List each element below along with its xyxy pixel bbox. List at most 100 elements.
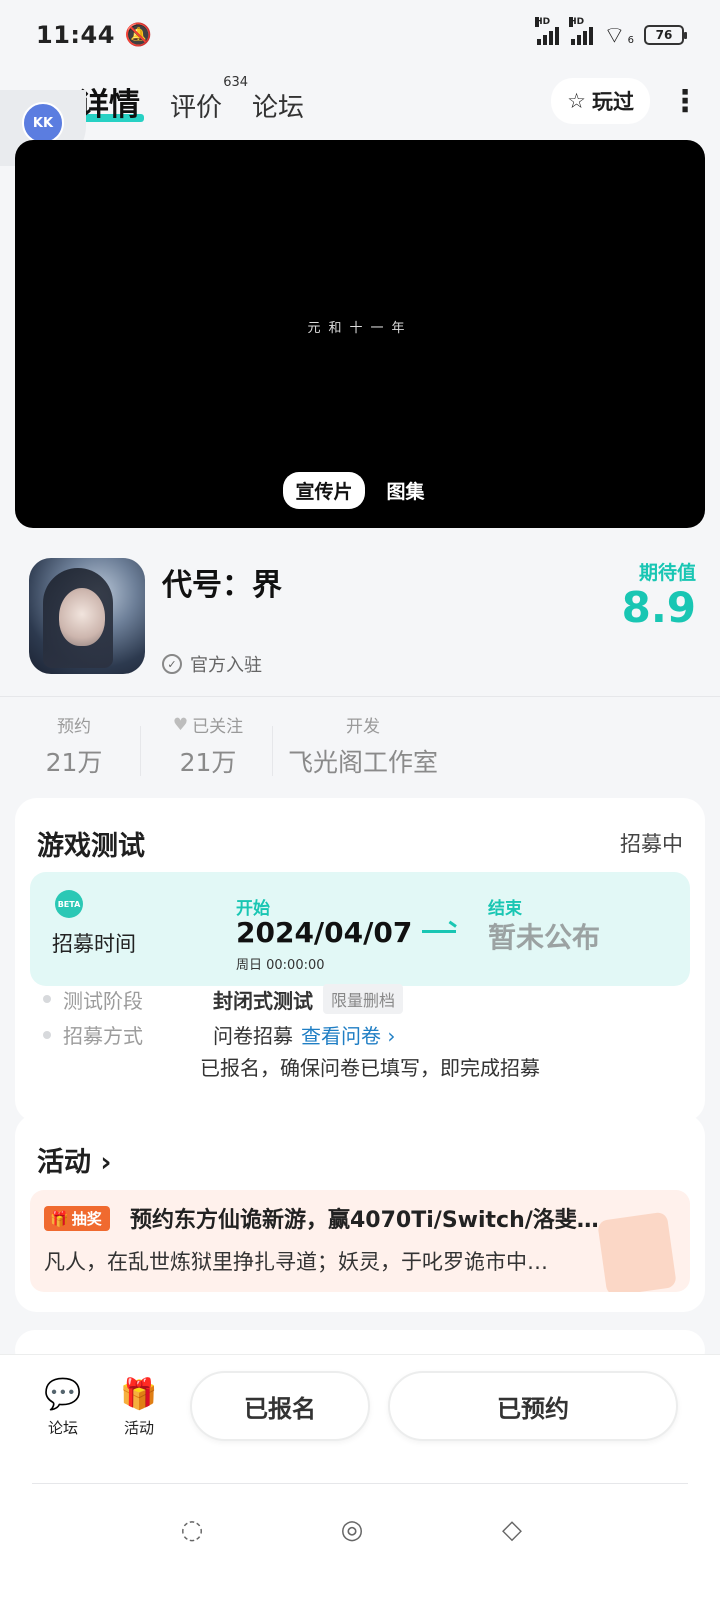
lottery-tag-label: 抽奖 [71, 1210, 102, 1228]
status-bar: 11:44 🔕 HD HD ⌔ 6 76 [0, 0, 720, 70]
detail-tabs: 详情 评价 634 论坛 [74, 75, 304, 124]
chat-bubble-icon: 💬 [44, 1377, 82, 1412]
signal-icon-2: HD [569, 17, 594, 45]
tab-reviews[interactable]: 评价 634 [170, 75, 248, 124]
mute-bell-icon: 🔕 [124, 22, 153, 48]
bottom-forum-label: 论坛 [47, 1419, 78, 1437]
tab-reviews-label: 评价 [170, 92, 223, 123]
start-date: 2024/04/07 [236, 916, 413, 949]
activity-item[interactable]: 🎁 抽奖 预约东方仙诡新游，赢4070Ti/Switch/洛斐… 凡人，在乱世炼… [30, 1190, 690, 1292]
video-caption: 元和十一年 [307, 321, 413, 336]
game-title: 代号：界 [162, 568, 282, 603]
hd-label-2: HD [569, 17, 585, 27]
battery-level: 76 [655, 28, 673, 42]
recruit-note: 已报名，确保问卷已填写，即完成招募 [200, 1056, 540, 1080]
start-weekday-time: 周日 00:00:00 [236, 958, 325, 973]
stat-separator [272, 726, 273, 776]
bottom-action-bar: 💬 论坛 🎁 活动 已报名 已预约 ◌ ◎ ◇ [0, 1354, 720, 1600]
stats-row: 预约 21万 ♥ 已关注 21万 开发 飞光阁工作室 [0, 712, 720, 782]
wifi-icon: ⌔ [603, 21, 626, 49]
assistant-avatar: KK [22, 102, 64, 144]
stat-following-key: ♥ 已关注 [160, 712, 256, 738]
recruit-method-value: 问卷招募 [213, 1024, 293, 1048]
stat-following[interactable]: ♥ 已关注 21万 [160, 712, 256, 779]
bullet-dot [43, 1030, 51, 1039]
video-player[interactable]: 元和十一年 宣传片 图集 [15, 140, 705, 528]
test-card-title: 游戏测试 [37, 831, 145, 862]
stat-following-label: 已关注 [192, 717, 244, 737]
check-circle-icon: ✓ [162, 654, 182, 674]
tab-details[interactable]: 详情 [74, 79, 144, 124]
nav-back-gesture-icon[interactable]: ◌ [172, 1515, 212, 1545]
media-tabs: 宣传片 图集 [15, 472, 705, 509]
stat-reservations-value: 21万 [45, 748, 103, 777]
media-tab-gallery[interactable]: 图集 [375, 472, 437, 509]
signal-icon-1: HD [535, 17, 560, 45]
played-button[interactable]: ☆ 玩过 [551, 78, 650, 124]
test-stage-tag: 限量删档 [323, 984, 404, 1014]
battery-icon: 76 [644, 25, 687, 45]
heart-icon: ♥ [172, 714, 189, 735]
recruit-status: 招募中 [620, 832, 683, 856]
bottom-activity-button[interactable]: 🎁 活动 [109, 1377, 169, 1438]
stat-developer-value: 飞光阁工作室 [288, 748, 439, 777]
official-label: 官方入驻 [190, 655, 262, 676]
nav-home-icon[interactable]: ◎ [332, 1515, 372, 1545]
stat-reservations-label: 预约 [57, 717, 91, 737]
tab-forum[interactable]: 论坛 [252, 87, 304, 124]
wifi-sub: 6 [627, 34, 634, 46]
bottom-forum-button[interactable]: 💬 论坛 [33, 1377, 93, 1438]
gift-icon: 🎁 [50, 1209, 69, 1228]
status-icons: HD HD ⌔ 6 76 [535, 17, 687, 50]
stat-developer[interactable]: 开发 飞光阁工作室 [288, 712, 438, 779]
registered-button[interactable]: 已报名 [190, 1371, 370, 1441]
tab-details-label: 详情 [78, 86, 140, 123]
nav-divider [32, 1483, 688, 1484]
recruit-time-box: BETA 招募时间 开始 2024/04/07 周日 00:00:00 结束 暂… [30, 872, 690, 986]
expectation-label: 期待值 [638, 562, 696, 584]
gift-box-icon: 🎁 [120, 1377, 158, 1412]
game-test-card: 游戏测试 招募中 BETA 招募时间 开始 2024/04/07 周日 00:0… [15, 798, 705, 1122]
view-questionnaire-label: 查看问卷 [301, 1024, 381, 1048]
recruit-time-label: 招募时间 [52, 932, 136, 956]
view-questionnaire-link[interactable]: 查看问卷 › [301, 1020, 395, 1049]
expectation-value: 8.9 [621, 583, 696, 632]
end-value: 暂未公布 [488, 921, 601, 954]
clock: 11:44 [36, 21, 115, 49]
official-badge: ✓ 官方入驻 [162, 651, 262, 677]
activity-header[interactable]: 活动 › [37, 1140, 112, 1179]
divider [0, 696, 720, 697]
recruit-method-label: 招募方式 [63, 1024, 143, 1048]
test-stage-value: 封闭式测试 [213, 988, 313, 1013]
test-stage-label: 测试阶段 [63, 988, 143, 1013]
top-nav: ‹ 详情 评价 634 论坛 ☆ 玩过 ⋮ [0, 70, 720, 132]
game-icon-face [59, 588, 105, 646]
stat-developer-label: 开发 [346, 717, 380, 737]
tab-forum-label: 论坛 [252, 92, 305, 123]
activity-title: 活动 [37, 1147, 91, 1178]
stat-reservations: 预约 21万 [44, 712, 104, 779]
chevron-right-icon: › [100, 1147, 112, 1178]
test-stage-row: 测试阶段 封闭式测试 限量删档 [43, 984, 404, 1014]
game-icon [29, 558, 145, 674]
more-options-icon[interactable]: ⋮ [670, 84, 700, 119]
reserved-button[interactable]: 已预约 [388, 1371, 678, 1441]
activity-item-title: 预约东方仙诡新游，赢4070Ti/Switch/洛斐… [130, 1208, 599, 1233]
media-tab-trailer[interactable]: 宣传片 [283, 472, 365, 509]
expectation-score: 期待值 8.9 [622, 558, 696, 631]
reviews-count: 634 [223, 74, 249, 90]
nav-recents-icon[interactable]: ◇ [492, 1515, 532, 1545]
recruit-method-row: 招募方式 问卷招募 查看问卷 › [43, 1020, 395, 1049]
stat-separator [140, 726, 141, 776]
bullet-dot [43, 995, 51, 1003]
lottery-tag: 🎁 抽奖 [44, 1206, 110, 1231]
played-label: 玩过 [592, 90, 634, 114]
hd-label-1: HD [535, 17, 551, 27]
activity-card: 活动 › 🎁 抽奖 预约东方仙诡新游，赢4070Ti/Switch/洛斐… 凡人… [15, 1114, 705, 1312]
bottom-activity-label: 活动 [123, 1419, 154, 1437]
activity-item-desc: 凡人，在乱世炼狱里挣扎寻道；妖灵，于叱罗诡市中… [44, 1250, 548, 1274]
chevron-right-icon: › [387, 1024, 396, 1048]
beta-alarm-icon: BETA [55, 890, 83, 918]
arrow-right-icon [422, 930, 456, 933]
stat-following-value: 21万 [179, 748, 237, 777]
